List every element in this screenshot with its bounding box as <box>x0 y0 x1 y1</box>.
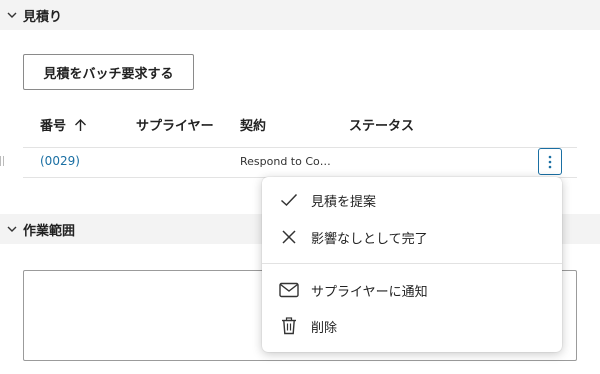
quote-number-link[interactable]: (0029) <box>40 154 80 168</box>
column-header-contract[interactable]: 契約 <box>240 115 266 134</box>
batch-request-quotes-button[interactable]: 見積をバッチ要求する <box>23 54 194 90</box>
column-header-number[interactable]: 番号 <box>40 115 87 134</box>
scope-section-title: 作業範囲 <box>23 223 76 239</box>
quotes-section-header[interactable]: 見積り <box>0 0 600 30</box>
menu-item-label: 削除 <box>311 320 338 336</box>
more-vertical-icon <box>548 155 552 168</box>
menu-item-label: サプライヤーに通知 <box>311 284 428 300</box>
row-actions-button[interactable] <box>538 148 562 175</box>
menu-item-notify-supplier[interactable]: サプライヤーに通知 <box>262 275 562 305</box>
sort-ascending-icon <box>75 118 87 131</box>
drag-handle-icon[interactable] <box>0 156 5 166</box>
column-header-status[interactable]: ステータス <box>349 115 414 134</box>
menu-item-propose-quote[interactable]: 見積を提案 <box>262 185 562 215</box>
chevron-down-icon <box>7 226 17 232</box>
quote-contract-cell: Respond to Co… <box>240 155 331 168</box>
mail-icon <box>279 280 299 300</box>
check-icon <box>279 190 299 210</box>
quotes-section-title: 見積り <box>23 9 63 25</box>
column-header-number-label: 番号 <box>40 119 67 134</box>
chevron-down-icon <box>7 12 17 18</box>
menu-item-label: 影響なしとして完了 <box>311 231 428 247</box>
menu-item-delete[interactable]: 削除 <box>262 311 562 341</box>
close-icon <box>279 227 299 247</box>
row-actions-menu: 見積を提案 影響なしとして完了 サプライヤーに通知 削除 <box>262 177 562 352</box>
menu-item-label: 見積を提案 <box>311 194 377 210</box>
menu-divider <box>262 263 562 264</box>
trash-icon <box>279 316 299 336</box>
column-header-supplier[interactable]: サプライヤー <box>136 115 214 134</box>
table-header-divider <box>23 147 577 148</box>
menu-item-complete-no-impact[interactable]: 影響なしとして完了 <box>262 222 562 252</box>
